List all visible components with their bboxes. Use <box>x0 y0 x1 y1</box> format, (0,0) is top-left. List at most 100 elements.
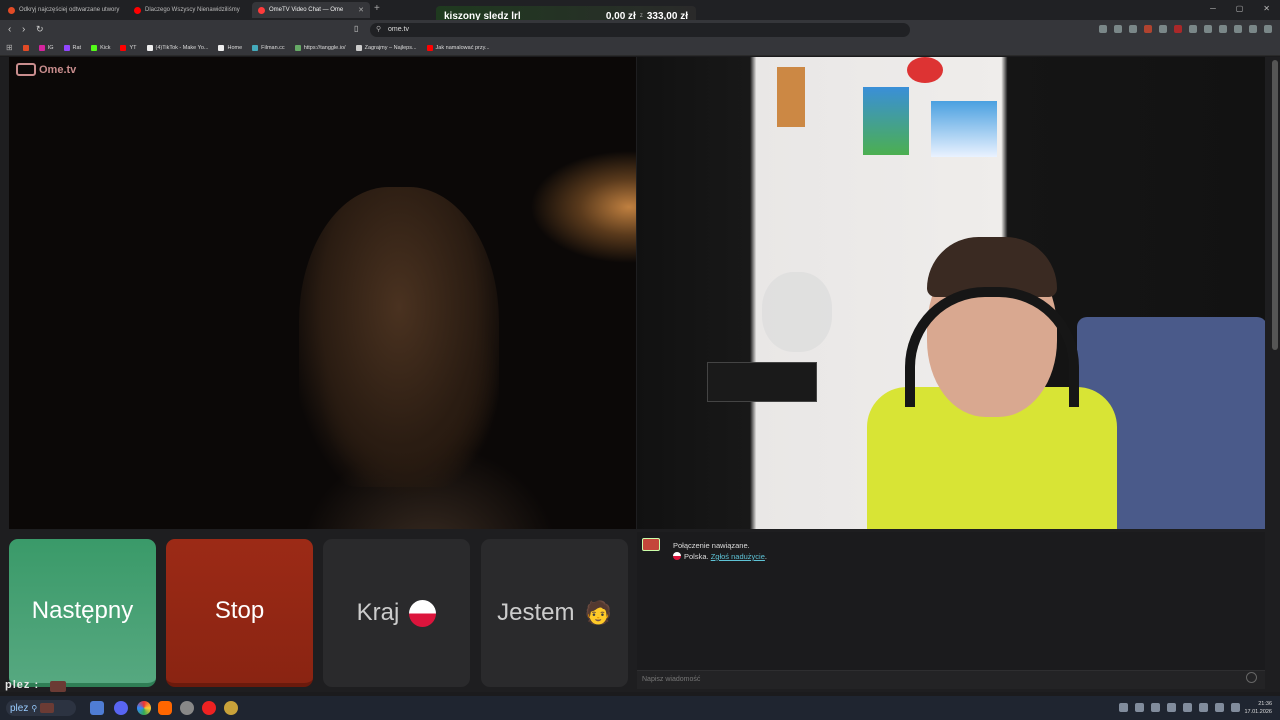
record-icon[interactable] <box>1174 25 1182 33</box>
stream-chat-overlay: plez : <box>5 679 39 691</box>
painting-winter-house <box>931 101 997 157</box>
minimize-icon[interactable]: ─ <box>1210 4 1216 13</box>
youtube-icon <box>120 44 127 51</box>
network-icon[interactable] <box>1215 703 1224 712</box>
close-window-icon[interactable]: ✕ <box>1263 4 1270 13</box>
emote-icon <box>40 703 55 713</box>
taskbar-clock[interactable]: 21:36 17.01.2026 <box>1244 700 1272 716</box>
puzzle-icon[interactable] <box>1204 25 1212 33</box>
file-explorer-icon[interactable] <box>90 701 104 715</box>
search-icon: ⚲ <box>31 703 38 713</box>
window-controls: ─ ▢ ✕ <box>1210 4 1270 13</box>
reload-icon[interactable]: ↻ <box>36 24 44 35</box>
tab-label: Odkryj najczęściej odtwarzane utwory <box>19 7 120 13</box>
brave-icon[interactable] <box>158 701 172 715</box>
chat-placeholder: Napisz wiadomość <box>642 676 701 683</box>
mic-icon[interactable] <box>1199 703 1208 712</box>
bookmark-tiktok[interactable]: (4)TikTok - Make Yo... <box>146 44 208 51</box>
chevron-up-icon[interactable] <box>1119 703 1128 712</box>
country-label: Kraj <box>356 599 400 626</box>
maximize-icon[interactable]: ▢ <box>1236 4 1244 13</box>
bookmark-rat[interactable]: Rat <box>63 44 81 51</box>
volume-icon[interactable] <box>1231 703 1240 712</box>
youtube-icon <box>426 44 433 51</box>
bookmark-zagrajmy[interactable]: Zagrajmy – Najleps... <box>355 44 417 51</box>
bookmark-icon[interactable]: ▯ <box>354 24 358 33</box>
youtube-icon <box>134 6 141 14</box>
screenshot-icon[interactable] <box>1114 25 1122 33</box>
puzzle-icon <box>294 44 301 51</box>
search-text: plez <box>10 702 29 714</box>
forward-icon[interactable]: › <box>22 24 25 35</box>
stop-label: Stop <box>214 597 265 624</box>
steam-icon[interactable] <box>1151 703 1160 712</box>
emote-icon <box>50 681 66 692</box>
obs-icon[interactable] <box>180 701 194 715</box>
new-tab-button[interactable]: + <box>374 3 380 14</box>
close-tab-icon[interactable]: ✕ <box>358 6 364 14</box>
bookmark-jak-namalowac[interactable]: Jak namalować przy... <box>426 44 490 51</box>
x-icon <box>218 44 225 51</box>
ometv-chat-icon <box>642 538 660 551</box>
menu-icon[interactable] <box>1264 25 1272 33</box>
instagram-icon <box>38 44 45 51</box>
local-video <box>637 57 1265 529</box>
tab-label: OmeTV Video Chat — Ome <box>269 7 344 13</box>
chat-system-message: Połączenie nawiązane. Polska. Zgłoś nadu… <box>673 540 767 562</box>
bookmark-yt[interactable]: YT <box>120 44 137 51</box>
telegram-icon[interactable] <box>1135 703 1144 712</box>
chrome-icon[interactable] <box>137 701 151 715</box>
bookmark-filman[interactable]: Filman.cc <box>252 44 285 51</box>
bookmark-kick[interactable]: Kick <box>91 44 110 51</box>
translate-icon[interactable] <box>1099 25 1107 33</box>
music-icon[interactable] <box>1234 25 1242 33</box>
brave-shield-icon[interactable] <box>1144 25 1152 33</box>
tab-ometv[interactable]: OmeTV Video Chat — Ome ✕ <box>252 2 370 18</box>
balloon <box>907 57 943 83</box>
extensions-icon[interactable] <box>1189 25 1197 33</box>
tv-icon <box>16 63 36 76</box>
stereo <box>707 362 817 402</box>
sidebar-icon[interactable] <box>1219 25 1227 33</box>
tab-youtube[interactable]: Dlaczego Wszyscy Nienawidziliśmy <box>128 2 246 18</box>
country-name: Polska. <box>684 552 709 561</box>
gender-button[interactable]: Jestem 🧑 <box>481 539 628 687</box>
bookmark-ig[interactable]: IG <box>38 44 54 51</box>
emoji-icon[interactable] <box>1246 672 1257 683</box>
youtube-app-icon[interactable] <box>202 701 216 715</box>
chat-message-input[interactable]: Napisz wiadomość <box>637 670 1265 689</box>
speaker-icon[interactable] <box>1159 25 1167 33</box>
bookmark-folder-icon[interactable] <box>22 44 29 51</box>
extension-icons <box>1099 25 1272 33</box>
report-abuse-link[interactable]: Zgłoś nadużycie <box>711 552 765 561</box>
country-button[interactable]: Kraj <box>323 539 470 687</box>
next-label: Następny <box>31 597 134 624</box>
bookmark-label: Home <box>227 44 243 51</box>
next-button[interactable]: Następny <box>9 539 156 687</box>
bookmark-tanggle[interactable]: https://tanggle.io/ <box>294 44 346 51</box>
scrollbar-thumb[interactable] <box>1272 60 1278 350</box>
wallet-icon[interactable] <box>1249 25 1257 33</box>
tiktok-icon <box>146 44 153 51</box>
url-input[interactable]: ⚲ ome.tv <box>370 23 910 37</box>
back-icon[interactable]: ‹ <box>8 24 11 35</box>
clock-time: 21:36 <box>1258 701 1272 707</box>
bookmark-label: Jak namalować przy... <box>435 44 490 51</box>
bookmark-home[interactable]: Home <box>218 44 243 51</box>
stop-button[interactable]: Stop <box>166 539 313 687</box>
league-icon[interactable] <box>224 701 238 715</box>
shield-icon[interactable] <box>1183 703 1192 712</box>
donation-separator: z <box>639 13 643 19</box>
ometv-logo: Ome.tv <box>16 63 76 76</box>
boy-emoji-icon: 🧑 <box>584 600 612 626</box>
apps-grid-icon[interactable]: ⊞ <box>6 43 13 52</box>
discord-icon[interactable] <box>114 701 128 715</box>
tab-spotify[interactable]: Odkryj najczęściej odtwarzane utwory <box>2 2 124 18</box>
share-icon[interactable] <box>1129 25 1137 33</box>
gender-label: Jestem <box>497 599 575 626</box>
logo-text: Ome.tv <box>39 63 77 76</box>
taskbar-search[interactable]: plez ⚲ <box>6 700 76 716</box>
bluetooth-icon[interactable] <box>1167 703 1176 712</box>
site-info-icon[interactable]: ⚲ <box>376 23 381 37</box>
address-bar-row: ‹ › ↻ ▯ ⚲ ome.tv <box>0 20 1280 40</box>
